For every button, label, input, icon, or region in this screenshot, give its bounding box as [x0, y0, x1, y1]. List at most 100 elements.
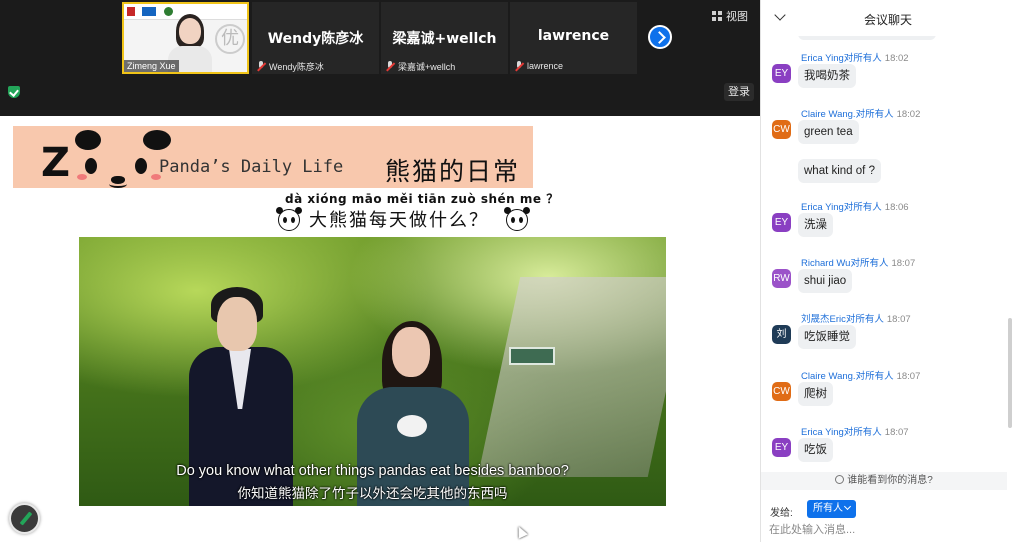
send-to-label: 发给: [770, 508, 793, 519]
avatar: CW [772, 382, 791, 401]
panda-icon [504, 207, 528, 231]
shield-check-icon[interactable] [8, 86, 20, 98]
recipient-dropdown[interactable]: 所有人 [807, 500, 856, 518]
avatar: CW [772, 120, 791, 139]
message-meta: Erica Ying对所有人 18:02 [801, 50, 909, 64]
message-bubble: 我喝奶茶 [798, 64, 856, 88]
grid-icon [712, 11, 722, 21]
message-meta: Claire Wang.对所有人 18:07 [801, 368, 920, 382]
participant-name-label: Zimeng Xue [124, 60, 179, 72]
zoom-meeting-window: 优 Zimeng Xue Wendy陈彦冰 Wendy陈彦冰 梁嘉诚+wellc… [0, 0, 1014, 542]
message-bubble: 吃饭 [798, 438, 833, 462]
video-girl-face [392, 327, 430, 377]
message-bubble: shui jiao [798, 269, 853, 293]
slide-title-banner: Z Panda’s Daily Life 熊猫的日常 [13, 126, 533, 188]
avatar: EY [772, 64, 791, 83]
meeting-chat-panel: 会议聊天 Erica Ying对所有人 18:02 EY 我喝奶茶 Claire … [760, 0, 1014, 542]
message-bubble: 吃饭睡觉 [798, 325, 856, 349]
video-caption-chinese: 你知道熊猫除了竹子以外还会吃其他的东西吗 [237, 486, 508, 502]
participant-label: Wendy陈彦冰 [256, 59, 324, 73]
embedded-video[interactable]: Do you know what other things pandas eat… [79, 237, 666, 506]
view-button[interactable]: 视图 [712, 8, 748, 24]
chat-scrollbar[interactable] [1008, 318, 1012, 428]
message-sender[interactable]: Claire Wang. [801, 371, 856, 382]
slide-title-english: Panda’s Daily Life [159, 157, 344, 177]
message-meta: Claire Wang.对所有人 18:02 [801, 106, 920, 120]
person-icon [835, 475, 845, 484]
video-panda-toy [397, 415, 427, 437]
title-letter: Z [41, 140, 71, 186]
message-meta: 刘晟杰Eric对所有人 18:07 [801, 311, 911, 325]
video-stairs [477, 277, 666, 477]
video-boy-face [217, 297, 257, 351]
slide-title-chinese: 熊猫的日常 [385, 157, 521, 186]
annotate-pencil-button[interactable] [9, 503, 40, 534]
participant-label-text: 梁嘉诚+wellch [398, 61, 456, 72]
participant-label: 梁嘉诚+wellch [385, 59, 455, 73]
message-bubble: green tea [798, 120, 859, 144]
next-page-button[interactable] [648, 25, 672, 49]
message-recipient: 对所有人 [855, 109, 894, 120]
video-signboard [509, 347, 555, 365]
university-logo-icon [127, 7, 135, 16]
message-recipient: 对所有人 [843, 202, 882, 213]
avatar: 刘 [772, 325, 791, 344]
message-bubble-partial [798, 36, 936, 40]
chat-title: 会议聊天 [863, 13, 912, 27]
message-recipient: 对所有人 [843, 427, 882, 438]
video-caption-english: Do you know what other things pandas eat… [176, 463, 569, 479]
chat-message-list[interactable]: Erica Ying对所有人 18:02 EY 我喝奶茶 Claire Wang.… [761, 36, 1007, 472]
view-button-label: 视图 [726, 11, 748, 23]
university-logo-icon [142, 7, 156, 16]
message-sender[interactable]: Claire Wang. [801, 109, 856, 120]
message-recipient: 对所有人 [843, 53, 882, 64]
video-tile-liang[interactable]: 梁嘉诚+wellch 梁嘉诚+wellch [381, 2, 508, 74]
slide-pinyin: dà xióng māo měi tiān zuò shén me ？ [285, 192, 559, 206]
login-button[interactable]: 登录 [724, 83, 754, 101]
message-recipient: 对所有人 [845, 314, 884, 325]
participant-name: Wendy陈彦冰 [267, 31, 364, 47]
message-time: 18:07 [884, 427, 909, 438]
message-meta: Richard Wu对所有人 18:07 [801, 255, 915, 269]
recipient-value: 所有人 [813, 503, 843, 514]
message-sender[interactable]: Erica Ying [801, 53, 844, 64]
message-time: 18:07 [891, 258, 916, 269]
participant-face [179, 18, 201, 44]
participant-label: lawrence [514, 59, 563, 73]
mic-muted-icon [256, 60, 266, 72]
message-sender[interactable]: Richard Wu [801, 258, 850, 269]
participant-label-text: lawrence [527, 61, 564, 71]
video-tile-lawrence[interactable]: lawrence lawrence [510, 2, 637, 74]
participant-label-text: Wendy陈彦冰 [269, 61, 324, 72]
participant-name: lawrence [537, 28, 610, 44]
mouse-cursor-icon [514, 524, 528, 539]
who-can-see-text: 谁能看到你的消息? [847, 475, 933, 486]
shared-screen-slide: Z Panda’s Daily Life 熊猫的日常 dà xióng māo … [0, 116, 760, 542]
message-recipient: 对所有人 [855, 371, 894, 382]
message-meta: Erica Ying对所有人 18:07 [801, 424, 909, 438]
video-tile-self[interactable]: 优 Zimeng Xue [122, 2, 249, 74]
message-bubble: 洗澡 [798, 213, 833, 237]
video-tile-wendy[interactable]: Wendy陈彦冰 Wendy陈彦冰 [252, 2, 379, 74]
message-time: 18:02 [884, 53, 909, 64]
message-bubble: 爬树 [798, 382, 833, 406]
participant-name: 梁嘉诚+wellch [392, 31, 497, 47]
slide-question: 大熊猫每天做什么？ [309, 210, 489, 231]
chat-header: 会议聊天 [761, 0, 1014, 36]
message-time: 18:02 [896, 109, 921, 120]
chat-message-input[interactable] [769, 521, 1005, 539]
message-bubble: what kind of ? [798, 159, 881, 183]
avatar: EY [772, 438, 791, 457]
mic-muted-icon [385, 60, 395, 72]
university-logo-icon [164, 7, 173, 16]
message-sender[interactable]: 刘晟杰Eric [801, 314, 846, 325]
chevron-down-icon [843, 502, 852, 511]
message-meta: Erica Ying对所有人 18:06 [801, 199, 909, 213]
message-time: 18:07 [886, 314, 911, 325]
message-sender[interactable]: Erica Ying [801, 427, 844, 438]
video-gallery-strip: 优 Zimeng Xue Wendy陈彦冰 Wendy陈彦冰 梁嘉诚+wellc… [0, 0, 760, 116]
message-recipient: 对所有人 [850, 258, 889, 269]
mic-muted-icon [514, 60, 524, 72]
message-sender[interactable]: Erica Ying [801, 202, 844, 213]
who-can-see-link[interactable]: 谁能看到你的消息? [761, 472, 1007, 490]
